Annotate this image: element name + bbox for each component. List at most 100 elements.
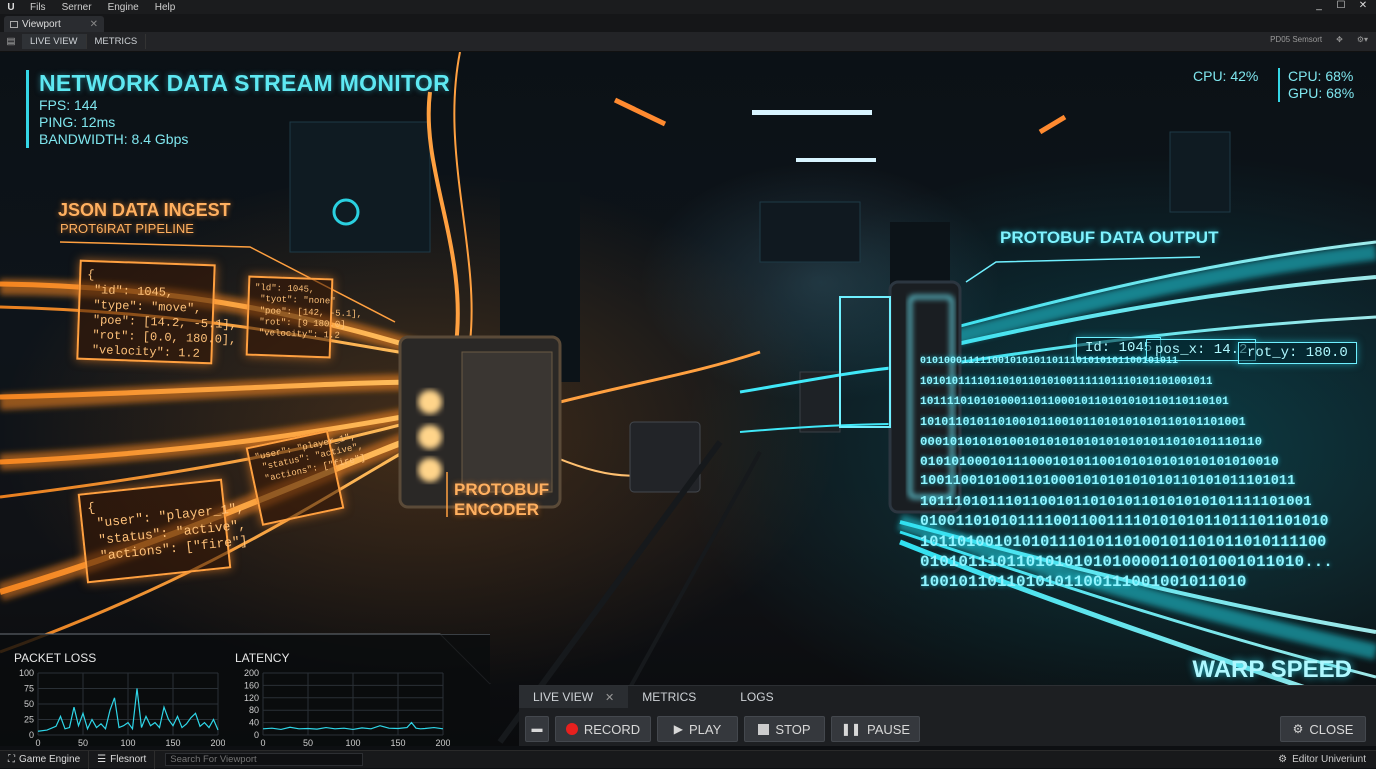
y-tick-label: 0 [29,730,34,740]
editor-status[interactable]: ⚙ Editor Univeriunt [1278,754,1366,765]
tab-metrics[interactable]: METRICS [87,34,147,49]
binary-row: 1011101011101100101101010110101010101111… [920,494,1312,510]
menu-engine[interactable]: Engine [100,2,147,13]
x-tick-label: 150 [390,738,405,746]
y-tick-label: 0 [254,730,259,740]
ceiling-light-orange [613,97,667,127]
search-viewport-input[interactable] [165,753,364,766]
toolbar-right-text: PD05 Semsort [1270,35,1323,44]
transform-icon[interactable]: ✥ [1336,35,1343,44]
play-icon: ▶ [673,722,683,736]
binary-row: 1011010010101011101011010010110101101011… [920,533,1327,551]
menu-file[interactable]: Fils [22,2,54,13]
encoder-label-line1: PROTOBUF [454,480,550,499]
tab-close-icon[interactable]: ✕ [605,691,614,704]
hud-cpu-gpu: CPU: 68% GPU: 68% [1278,68,1354,102]
hud-cpu-right: CPU: 68% [1288,68,1354,84]
document-tab-bar: Viewport ✕ [0,14,1376,32]
menu-help[interactable]: Help [147,2,184,13]
binary-row: 1011110101010001101100010110101010110110… [920,396,1229,408]
output-ring [839,296,891,428]
folder-icon: ▬ [531,723,543,735]
list-icon: ☰ [97,754,107,765]
json-card: { "id": 1045, "type": "move", "poe": [14… [76,259,237,365]
stop-button[interactable]: STOP [744,716,825,742]
y-tick-label: 200 [244,668,259,678]
tab-live-view[interactable]: LIVE VIEW [22,34,87,49]
ceiling-light [796,158,876,162]
x-tick-label: 150 [165,738,180,746]
binary-row: 1001011011010101100111001001011010 [920,573,1247,591]
maximize-icon[interactable]: ☐ [1334,0,1348,11]
encoder-port-light [418,390,442,414]
json-card: "user": "player_1", "status": "active", … [245,430,366,526]
viewport-icon [10,20,18,28]
hud-title: NETWORK DATA STREAM MONITOR [39,70,450,96]
controls-panel: LIVE VIEW ✕ METRICS LOGS ▬ RECORD ▶ PLAY … [519,685,1376,746]
gear-icon: ⚙ [1292,722,1304,736]
record-label: RECORD [583,721,641,737]
hud-gpu-right: GPU: 68% [1288,85,1355,101]
x-tick-label: 0 [35,738,40,746]
settings-dropdown-icon[interactable]: ⚙▾ [1357,35,1368,44]
window-controls: _ ☐ ✕ [1312,0,1370,11]
tab-live-view-bottom[interactable]: LIVE VIEW ✕ [519,686,629,708]
tab-viewport[interactable]: Viewport ✕ [4,16,104,32]
flesnort-label: Flesnort [110,754,147,765]
pause-icon: ❚❚ [840,722,861,736]
folder-button[interactable]: ▬ [525,716,549,742]
output-label: PROTOBUF DATA OUTPUT [1000,228,1219,247]
hud-fps: FPS: 144 [39,97,98,113]
tab-close-icon[interactable]: ✕ [90,19,98,30]
json-card: "ld": 1045, "tyot": "none" "poe": [142, … [245,275,362,359]
flesnort-item[interactable]: ☰ Flesnort [89,750,156,769]
stop-icon [758,723,770,735]
minimize-icon[interactable]: _ [1312,0,1326,11]
metrics-charts-panel: PACKET LOSS LATENCY 100 75 50 25 0 0 50 100 150 2… [0,634,490,746]
controls-tabs: LIVE VIEW ✕ METRICS LOGS [519,686,1376,708]
x-tick-label: 100 [120,738,135,746]
binary-row: 1010101111011010110101001111101110101101… [920,376,1213,388]
tab-metrics-bottom[interactable]: METRICS [628,686,710,708]
encoder-label: PROTOBUF ENCODER [454,480,549,520]
x-tick-label: 50 [303,738,313,746]
pause-button[interactable]: ❚❚ PAUSE [831,716,920,742]
y-tick-label: 160 [244,680,259,690]
binary-row: 0001010101010010101010101010101011010101… [920,435,1263,449]
encoder-port-light [418,458,442,482]
y-tick-label: 75 [24,684,34,694]
close-window-icon[interactable]: ✕ [1356,0,1370,11]
output-leader-line [965,256,1201,283]
game-engine-item[interactable]: ⛶ Game Engine [0,750,90,769]
y-tick-label: 120 [244,693,259,703]
binary-row: 0101000111110010101011011101010101100101… [920,356,1179,367]
tab-viewport-label: Viewport [22,18,61,30]
tab-live-view-bottom-label: LIVE VIEW [533,690,594,704]
latency-chart: 200 160 120 80 40 00 50 100 150 200 [244,668,450,746]
record-button[interactable]: RECORD [555,716,651,742]
binary-row: 0100110101011110011001111010101011011101… [920,514,1329,530]
binary-row: 0101010001011100010101100101010101010101… [920,454,1279,469]
status-bar: ⛶ Game Engine ☰Flesnort ⚙ Editor Univeriun… [0,750,1376,769]
ceiling-light-orange [1038,114,1067,135]
x-tick-label: 200 [435,738,450,746]
encoder-label-line2: ENCODER [454,500,540,519]
server-rack [759,201,861,263]
play-button[interactable]: ▶ PLAY [657,716,738,742]
viewport-menu-icon[interactable]: ▤ [0,36,22,47]
close-label: CLOSE [1309,721,1354,737]
viewport[interactable]: NETWORK DATA STREAM MONITOR FPS: 144 PIN… [0,52,1376,746]
close-button[interactable]: ⚙ CLOSE [1280,716,1366,742]
pipeline-label: PROT6IRAT PIPELINE [60,221,194,236]
viewport-toolbar: ▤ LIVE VIEW METRICS PD05 Semsort ✥ ⚙▾ [0,32,1376,52]
hud-cpu-left: CPU: 42% [1193,68,1259,84]
stop-label: STOP [775,721,811,737]
binary-stream: 0101000111110010101011011101010101100101… [920,352,1376,592]
game-engine-label: Game Engine [19,754,81,765]
pause-label: PAUSE [867,721,911,737]
x-tick-label: 50 [78,738,88,746]
tab-logs[interactable]: LOGS [726,686,787,708]
menu-server[interactable]: Serner [54,2,100,13]
y-tick-label: 40 [249,718,259,728]
binary-row: 1010110101101001011001011010101010110101… [920,415,1246,429]
